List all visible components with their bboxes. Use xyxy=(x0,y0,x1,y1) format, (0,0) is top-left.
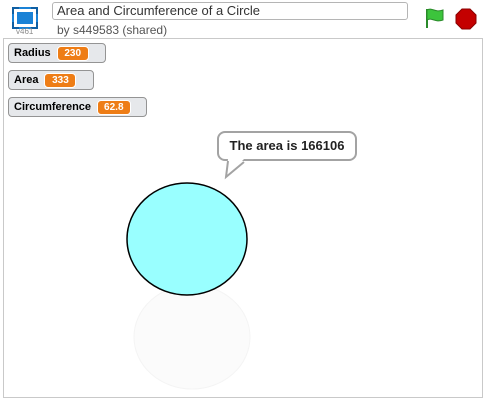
monitor-value: 333 xyxy=(44,72,77,88)
stage[interactable]: Radius 230 Area 333 Circumference 62.8 T… xyxy=(3,38,483,398)
fullscreen-icon[interactable] xyxy=(12,7,38,29)
monitor-area[interactable]: Area 333 xyxy=(8,70,94,90)
circle-sprite[interactable] xyxy=(122,179,252,303)
monitor-value: 230 xyxy=(56,45,89,61)
version-label: v461 xyxy=(16,27,34,36)
project-byline: by s449583 (shared) xyxy=(57,23,168,37)
monitor-circumference[interactable]: Circumference 62.8 xyxy=(8,97,147,117)
stop-sign-icon[interactable] xyxy=(455,8,477,30)
project-title-input[interactable] xyxy=(52,2,408,20)
speech-bubble-tail xyxy=(224,159,245,180)
monitor-label: Radius xyxy=(14,47,51,59)
player-header: v461 by s449583 (shared) xyxy=(0,0,489,38)
scratch-player: v461 by s449583 (shared) Radius 230 Area… xyxy=(0,0,489,402)
monitor-label: Circumference xyxy=(14,101,92,113)
green-flag-icon[interactable] xyxy=(423,7,445,29)
monitor-value: 62.8 xyxy=(97,99,131,115)
monitor-label: Area xyxy=(14,74,39,86)
monitor-radius[interactable]: Radius 230 xyxy=(8,43,106,63)
